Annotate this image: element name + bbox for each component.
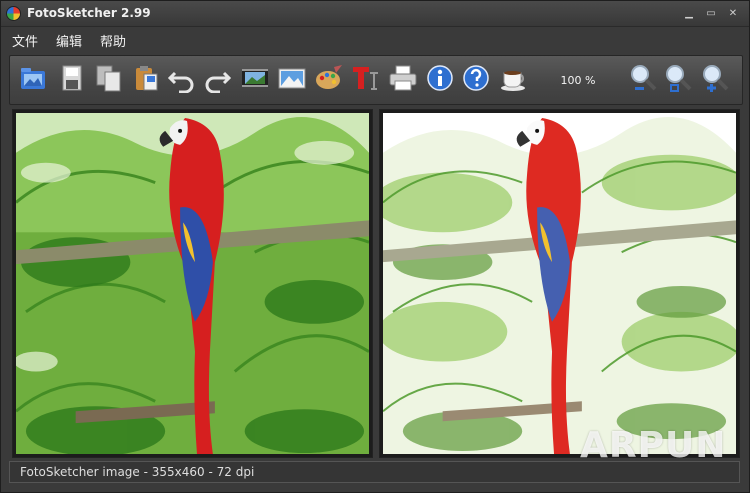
zoom-in-icon[interactable] [700,63,730,93]
status-text: FotoSketcher image - 355x460 - 72 dpi [20,465,255,479]
sketched-photo [383,113,736,454]
zoom-fit-icon[interactable] [663,63,693,93]
open-image-icon[interactable] [18,63,48,93]
palette-icon[interactable] [314,63,344,93]
app-logo-icon [6,6,21,21]
print-icon[interactable] [388,63,418,93]
sketch-image-panel[interactable] [379,109,740,458]
menu-file[interactable]: 文件 [9,29,41,52]
batch-process-icon[interactable] [240,63,270,93]
text-icon[interactable] [350,63,380,93]
coffee-cup-icon[interactable] [499,63,529,93]
watermark: ARPUN [580,425,727,466]
zoom-level: 100 % [560,74,596,87]
help-icon[interactable] [461,63,491,93]
paste-icon[interactable] [131,63,161,93]
zoom-out-icon[interactable] [628,63,658,93]
minimize-button[interactable]: ▁ [681,7,697,20]
title-bar[interactable]: FotoSketcher 2.99 ▁ ▭ ✕ [1,1,749,27]
info-icon[interactable] [425,63,455,93]
toolbar: 100 % [9,55,743,105]
menu-help[interactable]: 帮助 [97,29,129,52]
original-image-panel[interactable] [12,109,373,458]
status-bar: FotoSketcher image - 355x460 - 72 dpi [9,461,740,483]
menu-edit[interactable]: 编辑 [53,29,85,52]
app-window: FotoSketcher 2.99 ▁ ▭ ✕ 文件 编辑 帮助 100 % A… [0,0,750,493]
close-button[interactable]: ✕ [725,7,741,20]
save-icon[interactable] [57,63,87,93]
original-photo [16,113,369,454]
window-title: FotoSketcher 2.99 [27,6,151,20]
landscape-image-icon[interactable] [277,63,307,93]
redo-icon[interactable] [202,63,232,94]
copy-icon[interactable] [94,63,124,93]
menu-bar: 文件 编辑 帮助 [1,28,749,53]
undo-icon[interactable] [167,63,197,94]
maximize-button[interactable]: ▭ [703,7,719,20]
